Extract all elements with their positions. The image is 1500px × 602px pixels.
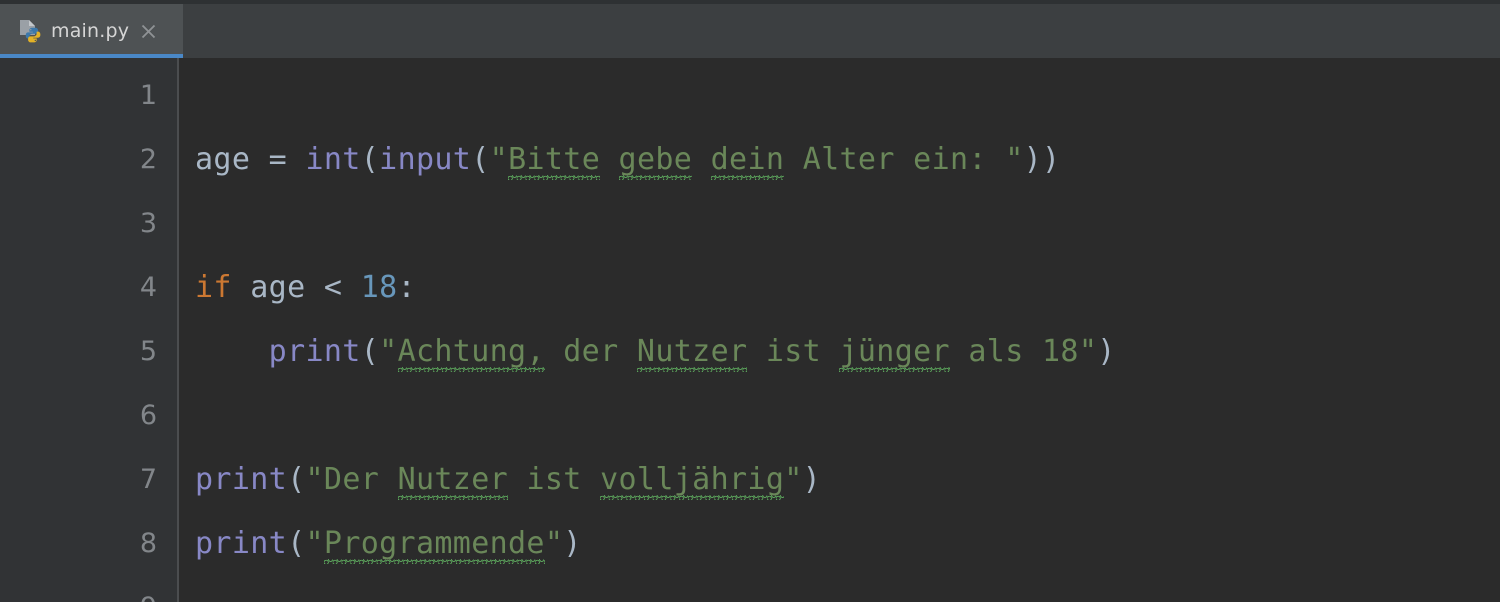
editor-tab-label: main.py [51, 20, 130, 42]
misspelled-word: Nutzer [397, 448, 509, 512]
code-content-area[interactable]: age = int(input("Bitte gebe dein Alter e… [179, 58, 1500, 602]
code-line[interactable]: if age < 18: [179, 256, 1500, 320]
code-token: ( [471, 142, 490, 177]
code-token: = [268, 142, 306, 177]
code-token: : [397, 270, 416, 305]
line-number: 2 [139, 144, 157, 175]
line-number: 4 [139, 272, 157, 303]
ide-window: main.py 123456789 age = int(input("Bitte… [0, 0, 1500, 602]
misspelled-word: dein [710, 128, 785, 192]
code-line[interactable] [179, 192, 1500, 256]
code-token: print [268, 334, 361, 369]
code-token: < [323, 270, 361, 305]
editor-gutter[interactable]: 1 2 3 4 5 6 7 8 9 [0, 58, 177, 602]
code-token: print [195, 526, 288, 561]
code-token: ) [1097, 334, 1116, 369]
line-number: 8 [139, 528, 157, 559]
code-token: print [195, 462, 288, 497]
code-token: )) [1023, 142, 1061, 177]
line-number: 3 [139, 208, 157, 239]
code-line[interactable] [179, 64, 1500, 128]
code-token: " [489, 142, 509, 177]
code-token: ( [360, 334, 380, 369]
code-token: input [379, 142, 472, 177]
code-line[interactable]: print("Achtung, der Nutzer ist jünger al… [179, 320, 1500, 384]
editor-tab-bar: main.py [0, 4, 1500, 58]
code-token: ) [563, 526, 582, 561]
editor-tab-main-py[interactable]: main.py [0, 4, 183, 58]
misspelled-word: Bitte [508, 128, 601, 192]
code-token: Der [323, 462, 398, 497]
misspelled-word: Programmende [323, 512, 545, 576]
misspelled-word: gebe [618, 128, 693, 192]
code-token: int [305, 142, 361, 177]
python-file-icon [20, 20, 41, 43]
line-number-column: 1 2 3 4 5 6 7 8 9 [0, 58, 157, 602]
close-icon[interactable] [140, 23, 157, 40]
code-line[interactable] [179, 576, 1500, 602]
code-token: Alter ein: " [784, 142, 1024, 177]
code-token: ) [802, 462, 822, 497]
line-number: 7 [139, 464, 157, 495]
code-token: ist [747, 334, 840, 369]
code-token: " [305, 526, 324, 561]
line-number: 5 [139, 336, 157, 367]
code-token: ist [508, 462, 601, 497]
code-token: ( [287, 462, 306, 497]
misspelled-word: Achtung, [397, 320, 545, 384]
code-token: 18 [360, 270, 398, 305]
line-number: 1 [139, 80, 157, 111]
code-token: " [305, 462, 324, 497]
code-token: age [231, 270, 324, 305]
code-token: der [544, 334, 637, 369]
misspelled-word: jünger [839, 320, 950, 384]
code-token: " [784, 462, 803, 497]
line-number: 9 [0, 576, 157, 602]
code-token: ( [360, 142, 380, 177]
code-token: " [544, 526, 564, 561]
line-number: 6 [139, 400, 157, 431]
code-token: " [379, 334, 398, 369]
code-line[interactable]: print("Der Nutzer ist volljährig") [179, 448, 1500, 512]
misspelled-word: volljährig [600, 448, 785, 512]
code-line[interactable] [179, 384, 1500, 448]
misspelled-word: Nutzer [636, 320, 748, 384]
code-editor[interactable]: 123456789 age = int(input("Bitte gebe de… [0, 58, 1500, 602]
code-token: age [195, 142, 269, 177]
code-line[interactable]: age = int(input("Bitte gebe dein Alter e… [179, 128, 1500, 192]
code-token: if [195, 270, 232, 305]
code-token: als 18" [949, 334, 1098, 369]
code-token: ( [287, 526, 306, 561]
code-line[interactable]: print("Programmende") [179, 512, 1500, 576]
